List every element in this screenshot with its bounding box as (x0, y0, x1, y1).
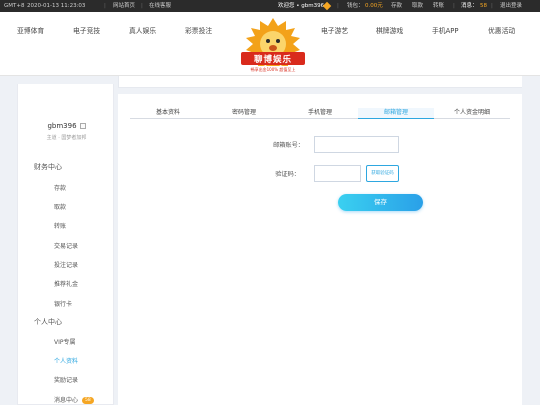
logout-link[interactable]: 退出登录 (500, 0, 522, 12)
email-label: 邮箱账号： (273, 142, 304, 149)
email-input[interactable] (314, 136, 399, 153)
message-badge: 58 (82, 397, 94, 404)
tab-password[interactable]: 密码管理 (206, 108, 282, 119)
content-panel: 基本资料 密码管理 手机管理 邮箱管理 个人资金明细 邮箱账号： 验证码： 获取… (118, 94, 522, 405)
withdraw-link[interactable]: 取款 (412, 0, 423, 12)
wallet-label: 钱包： (347, 3, 364, 9)
get-code-button[interactable]: 获取验证码 (366, 165, 399, 182)
nav-item-live-casino[interactable]: 真人娱乐 (129, 25, 156, 35)
nav-item-sports[interactable]: 亚博体育 (17, 25, 44, 35)
transfer-link[interactable]: 转账 (433, 0, 444, 12)
divider: | (453, 3, 455, 9)
logo-text: 聊博娱乐 (253, 55, 292, 65)
username: gbm396 (47, 122, 77, 130)
user-info: gbm396 (18, 122, 115, 130)
sidebar-item-deposit[interactable]: 存款 (54, 183, 66, 192)
code-label: 验证码： (275, 171, 300, 178)
home-link[interactable]: 网站首页 (113, 0, 135, 12)
sidebar-item-rewards[interactable]: 奖励记录 (54, 375, 78, 384)
timezone: GMT+8 (4, 3, 25, 9)
divider: | (337, 3, 339, 9)
user-level: 主道 · 国梦者加邦 (46, 135, 87, 141)
sidebar-item-bet-records[interactable]: 投注记录 (54, 260, 78, 269)
logo-slogan: 畅享出金100% 超值至上 (250, 67, 296, 72)
nav-item-lottery[interactable]: 彩票投注 (185, 25, 212, 35)
tab-fund-details[interactable]: 个人资金明细 (434, 108, 510, 119)
sidebar-item-transfer[interactable]: 转账 (54, 221, 66, 230)
tab-bar: 基本资料 密码管理 手机管理 邮箱管理 个人资金明细 (130, 108, 510, 119)
sidebar-item-profile[interactable]: 个人资料 (54, 356, 78, 365)
nav-item-esports[interactable]: 电子竞技 (73, 25, 100, 35)
avatar-icon (79, 123, 86, 129)
sidebar-item-vip[interactable]: VIP专属 (54, 337, 76, 346)
sidebar-item-bank-card[interactable]: 银行卡 (54, 299, 72, 308)
welcome-user[interactable]: 欢迎您 • gbm396 (278, 0, 324, 12)
content-top-strip (118, 76, 522, 88)
divider: | (104, 3, 106, 9)
main-navigation: 亚博体育 电子竞技 真人娱乐 彩票投注 聊博娱乐 畅享出金100% 超值至上 电… (0, 12, 540, 76)
datetime: 2020-01-13 11:23:03 (27, 3, 86, 9)
code-input[interactable] (314, 165, 361, 182)
sidebar-item-withdraw[interactable]: 取款 (54, 202, 66, 211)
sidebar: gbm396 主道 · 国梦者加邦 财务中心 存款 取款 转账 交易记录 投注记… (17, 84, 114, 405)
wallet-balance: 0.00元 (365, 3, 383, 9)
sidebar-item-referral-bonus[interactable]: 推荐礼金 (54, 279, 78, 288)
sidebar-item-messages[interactable]: 消息中心 58 (54, 395, 94, 404)
nav-item-slots[interactable]: 电子游艺 (321, 25, 348, 35)
save-button[interactable]: 保存 (338, 194, 423, 211)
brand-logo[interactable]: 聊博娱乐 畅享出金100% 超值至上 (238, 14, 308, 84)
sidebar-item-messages-label: 消息中心 (54, 397, 79, 404)
deposit-link[interactable]: 存款 (391, 0, 402, 12)
message-label[interactable]: 消息： (461, 0, 478, 12)
message-count[interactable]: 58 (480, 0, 487, 12)
nav-item-mobile-app[interactable]: 手机APP (432, 25, 458, 35)
nav-item-card-games[interactable]: 棋牌游戏 (376, 25, 403, 35)
tab-phone[interactable]: 手机管理 (282, 108, 358, 119)
personal-center-title: 个人中心 (34, 318, 62, 326)
finance-center-title: 财务中心 (34, 163, 62, 171)
top-status-bar: GMT+8 2020-01-13 11:23:03 | 网站首页 | 在线客服 … (0, 0, 540, 12)
main-area: gbm396 主道 · 国梦者加邦 财务中心 存款 取款 转账 交易记录 投注记… (17, 76, 523, 405)
divider: | (491, 3, 493, 9)
online-service-link[interactable]: 在线客服 (149, 0, 171, 12)
nav-item-promotions[interactable]: 优惠活动 (488, 25, 515, 35)
tab-email[interactable]: 邮箱管理 (358, 108, 434, 119)
tab-basic-info[interactable]: 基本资料 (130, 108, 206, 119)
sidebar-item-transactions[interactable]: 交易记录 (54, 241, 78, 250)
divider: | (141, 3, 143, 9)
